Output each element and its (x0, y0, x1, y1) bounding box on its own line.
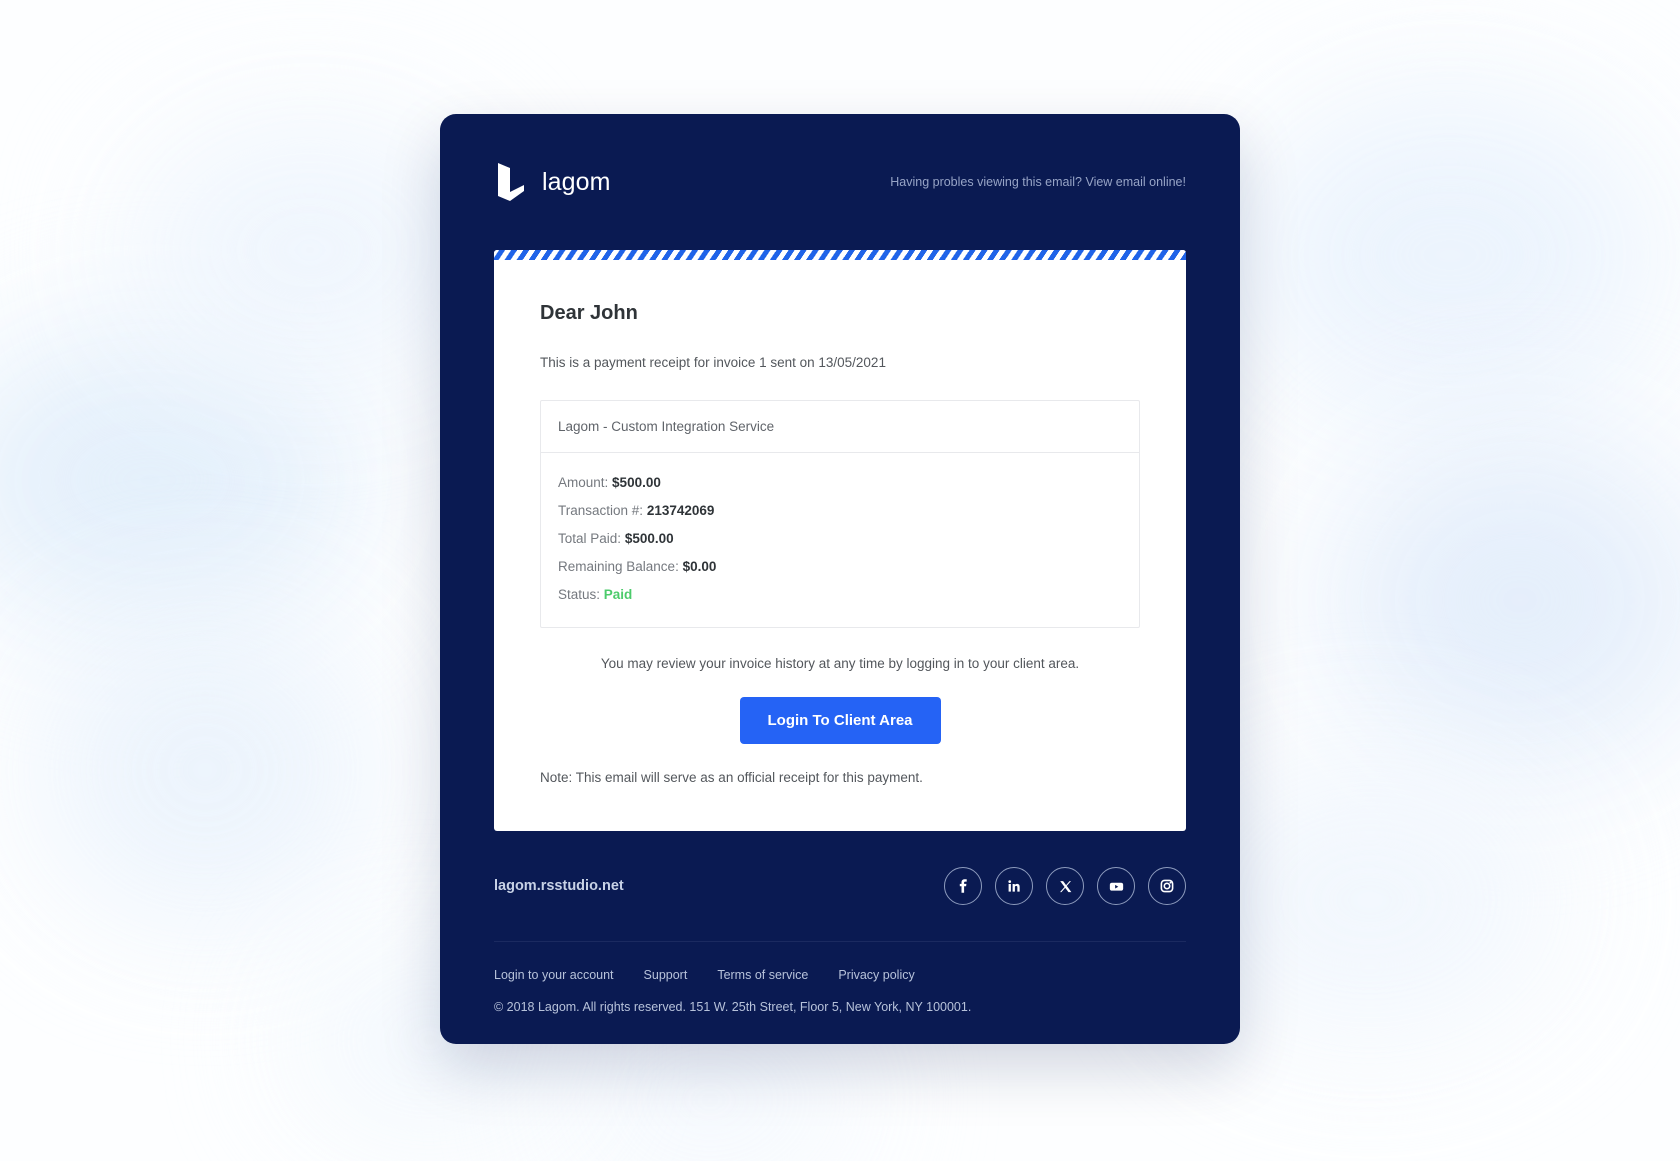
email-header: lagom Having probles viewing this email?… (440, 114, 1240, 250)
row-value: $500.00 (612, 474, 661, 490)
row-label: Transaction #: (558, 502, 644, 518)
striped-accent-bar (494, 250, 1186, 260)
footer-links: Login to your account Support Terms of s… (440, 942, 1240, 982)
invoice-item-title: Lagom - Custom Integration Service (541, 401, 1139, 453)
instagram-icon[interactable] (1148, 867, 1186, 905)
backdrop-blob (1240, 90, 1660, 420)
facebook-icon[interactable] (944, 867, 982, 905)
receipt-card: Dear John This is a payment receipt for … (494, 250, 1186, 831)
email-panel: lagom Having probles viewing this email?… (440, 114, 1240, 1044)
invoice-summary-box: Lagom - Custom Integration Service Amoun… (540, 400, 1140, 628)
invoice-row-status: Status: Paid (558, 580, 1122, 608)
brand-name: lagom (542, 167, 611, 196)
row-label: Remaining Balance: (558, 558, 679, 574)
brand: lagom (494, 161, 611, 203)
row-label: Total Paid: (558, 530, 622, 546)
row-label: Status: (558, 586, 601, 602)
backdrop-blob (130, 120, 490, 380)
invoice-row-amount: Amount: $500.00 (558, 468, 1122, 496)
footer-link-support[interactable]: Support (644, 968, 688, 982)
row-value: $0.00 (682, 558, 717, 574)
copyright-text: © 2018 Lagom. All rights reserved. 151 W… (494, 1000, 972, 1014)
invoice-row-remaining-balance: Remaining Balance: $0.00 (558, 552, 1122, 580)
backdrop-blob (40, 620, 370, 920)
invoice-history-note: You may review your invoice history at a… (600, 656, 1080, 671)
receipt-card-body: Dear John This is a payment receipt for … (494, 260, 1186, 831)
footer-link-privacy[interactable]: Privacy policy (838, 968, 914, 982)
row-value: $500.00 (624, 530, 674, 546)
invoice-detail-rows: Amount: $500.00 Transaction #: 213742069… (541, 453, 1139, 627)
site-domain-link[interactable]: lagom.rsstudio.net (494, 878, 624, 894)
footer-link-terms[interactable]: Terms of service (717, 968, 808, 982)
lagom-l-mark-icon (494, 161, 528, 203)
greeting-heading: Dear John (540, 302, 638, 324)
cta-container: Login To Client Area (540, 697, 1140, 744)
linkedin-icon[interactable] (995, 867, 1033, 905)
invoice-row-total-paid: Total Paid: $500.00 (558, 524, 1122, 552)
status-badge: Paid (603, 586, 633, 602)
official-receipt-note: Note: This email will serve as an offici… (540, 770, 923, 785)
row-label: Amount: (558, 474, 609, 490)
youtube-icon[interactable] (1097, 867, 1135, 905)
login-to-client-area-button[interactable]: Login To Client Area (739, 697, 941, 744)
x-twitter-icon[interactable] (1046, 867, 1084, 905)
social-icon-list (944, 867, 1186, 905)
backdrop-blob (1330, 430, 1680, 770)
footer-link-login[interactable]: Login to your account (494, 968, 614, 982)
social-strip: lagom.rsstudio.net (494, 831, 1186, 941)
row-value: 213742069 (646, 502, 715, 518)
invoice-row-transaction: Transaction #: 213742069 (558, 496, 1122, 524)
view-email-online-link[interactable]: Having probles viewing this email? View … (890, 175, 1186, 189)
receipt-intro-text: This is a payment receipt for invoice 1 … (540, 355, 886, 370)
